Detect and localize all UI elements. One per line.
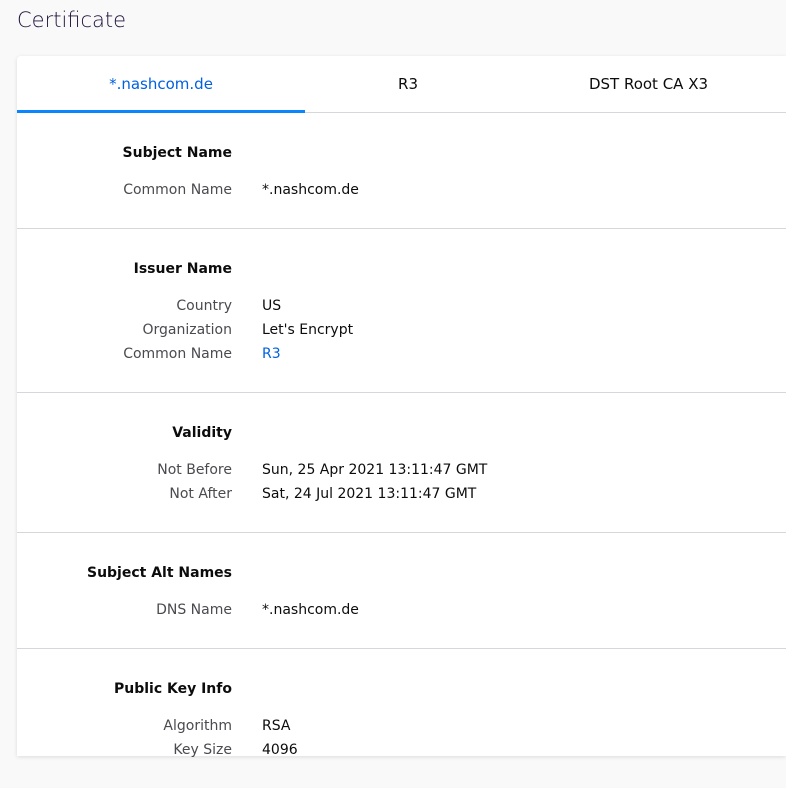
section-subject-name: Subject Name Common Name *.nashcom.de (17, 113, 786, 229)
field-value: Let's Encrypt (262, 322, 354, 338)
field-value: *.nashcom.de (262, 182, 359, 198)
section-heading: Validity (172, 425, 232, 441)
field-label: Common Name (123, 182, 232, 198)
info-row: Country US (17, 294, 786, 318)
section-validity: Validity Not Before Sun, 25 Apr 2021 13:… (17, 393, 786, 533)
tab-r3[interactable]: R3 (305, 56, 511, 112)
field-value: *.nashcom.de (262, 602, 359, 618)
field-value: US (262, 298, 282, 314)
field-label: Common Name (123, 346, 232, 362)
field-label: Key Size (173, 742, 232, 758)
field-label: Organization (142, 322, 232, 338)
field-value: Sat, 24 Jul 2021 13:11:47 GMT (262, 486, 477, 502)
certificate-tabs: *.nashcom.de R3 DST Root CA X3 (17, 56, 786, 113)
info-row: Not After Sat, 24 Jul 2021 13:11:47 GMT (17, 482, 786, 506)
info-row: Algorithm RSA (17, 714, 786, 738)
field-value: Sun, 25 Apr 2021 13:11:47 GMT (262, 462, 488, 478)
certificate-card: *.nashcom.de R3 DST Root CA X3 Subject N… (17, 56, 786, 758)
field-label: Algorithm (163, 718, 232, 734)
field-label: Not Before (157, 462, 232, 478)
section-heading: Subject Alt Names (86, 565, 232, 581)
info-row: Not Before Sun, 25 Apr 2021 13:11:47 GMT (17, 458, 786, 482)
info-row: Common Name *.nashcom.de (17, 178, 786, 202)
field-value: RSA (262, 718, 291, 734)
issuer-common-name-link[interactable]: R3 (262, 342, 281, 366)
section-heading: Issuer Name (133, 261, 232, 277)
section-issuer-name: Issuer Name Country US Organization Let'… (17, 229, 786, 393)
field-value: 4096 (262, 742, 298, 758)
section-heading: Subject Name (122, 145, 232, 161)
field-label: Not After (169, 486, 232, 502)
section-heading: Public Key Info (113, 681, 232, 697)
info-row: Key Size 4096 (17, 738, 786, 762)
tab-dst-root-ca-x3[interactable]: DST Root CA X3 (511, 56, 786, 112)
section-public-key-info: Public Key Info Algorithm RSA Key Size 4… (17, 649, 786, 788)
field-label: Country (176, 298, 232, 314)
info-row: Organization Let's Encrypt (17, 318, 786, 342)
info-row: Common Name R3 (17, 342, 786, 366)
page-title: Certificate (17, 8, 127, 32)
info-row: DNS Name *.nashcom.de (17, 598, 786, 622)
section-subject-alt-names: Subject Alt Names DNS Name *.nashcom.de (17, 533, 786, 649)
field-label: DNS Name (156, 602, 232, 618)
tab-nashcom[interactable]: *.nashcom.de (17, 56, 305, 113)
